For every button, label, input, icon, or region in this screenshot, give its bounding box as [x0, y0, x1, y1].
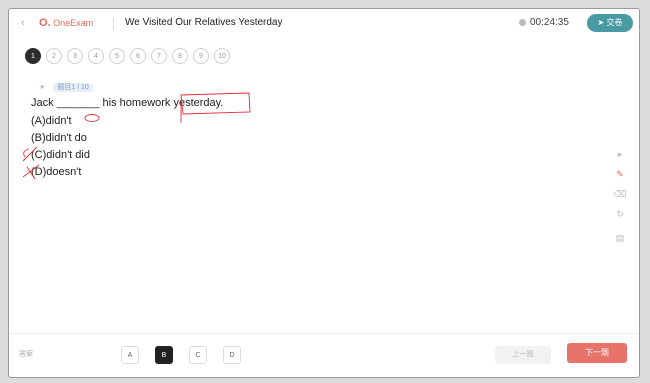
chevron-left-icon[interactable]: ‹ — [21, 17, 25, 29]
answer-d-button[interactable]: D — [223, 346, 241, 364]
handwritten-annotations — [22, 92, 251, 180]
next-button[interactable]: 下一题 — [567, 343, 627, 363]
question-nav-item[interactable]: 9 — [193, 48, 209, 64]
question-nav: 1 2 3 4 5 6 7 8 9 10 — [25, 45, 235, 64]
option-a[interactable]: (A)didn't — [31, 113, 90, 130]
option-c[interactable]: (C)didn't did — [31, 147, 90, 164]
logo-mark: O. — [39, 17, 51, 29]
question-nav-item[interactable]: 1 — [25, 48, 41, 64]
question-nav-item[interactable]: 8 — [172, 48, 188, 64]
logo-text: OneExam — [53, 18, 94, 28]
refresh-icon[interactable]: ↻ — [613, 207, 627, 221]
exam-window: ‹ O. OneExam We Visited Our Relatives Ye… — [8, 8, 640, 378]
question-nav-item[interactable]: 3 — [67, 48, 83, 64]
clock-icon — [519, 18, 526, 26]
option-d[interactable]: (D)doesn't — [31, 164, 90, 181]
pointer-icon[interactable]: ▸ — [613, 147, 627, 161]
answer-bar: 答案 A B C D 上一题 下一题 — [9, 335, 639, 377]
answer-label: 答案 — [19, 351, 33, 358]
divider — [9, 333, 639, 334]
answer-c-button[interactable]: C — [189, 346, 207, 364]
star-icon[interactable]: ★ — [39, 84, 45, 91]
question-nav-item[interactable]: 2 — [46, 48, 62, 64]
book-icon[interactable]: ▤ — [613, 231, 627, 245]
timer: 00:24:35 — [519, 17, 569, 28]
tool-panel: ▸ ✎ ⌫ ↻ ▤ — [613, 147, 627, 251]
question-stem: Jack _______ his homework yesterday. — [31, 97, 224, 109]
option-b[interactable]: (B)didn't do — [31, 130, 90, 147]
eraser-icon[interactable]: ⌫ — [613, 187, 627, 201]
options-list: (A)didn't (B)didn't do (C)didn't did (D)… — [31, 113, 90, 181]
question-nav-item[interactable]: 10 — [214, 48, 230, 64]
prev-button[interactable]: 上一题 — [495, 346, 551, 364]
submit-label: 交卷 — [606, 18, 623, 27]
header: ‹ O. OneExam We Visited Our Relatives Ye… — [9, 9, 639, 39]
page-title: We Visited Our Relatives Yesterday — [125, 17, 283, 28]
submit-button[interactable]: ➤ 交卷 — [587, 14, 633, 32]
divider — [113, 18, 114, 30]
answer-a-button[interactable]: A — [121, 346, 139, 364]
question-nav-item[interactable]: 4 — [88, 48, 104, 64]
pen-icon[interactable]: ✎ — [613, 167, 627, 181]
timer-value: 00:24:35 — [530, 17, 569, 28]
question-nav-item[interactable]: 5 — [109, 48, 125, 64]
question-nav-item[interactable]: 6 — [130, 48, 146, 64]
question-meta: ★ 题目1 / 10 — [39, 82, 93, 92]
logo: O. OneExam — [39, 17, 93, 29]
question-counter: 题目1 / 10 — [53, 83, 93, 92]
question-nav-item[interactable]: 7 — [151, 48, 167, 64]
answer-b-button[interactable]: B — [155, 346, 173, 364]
